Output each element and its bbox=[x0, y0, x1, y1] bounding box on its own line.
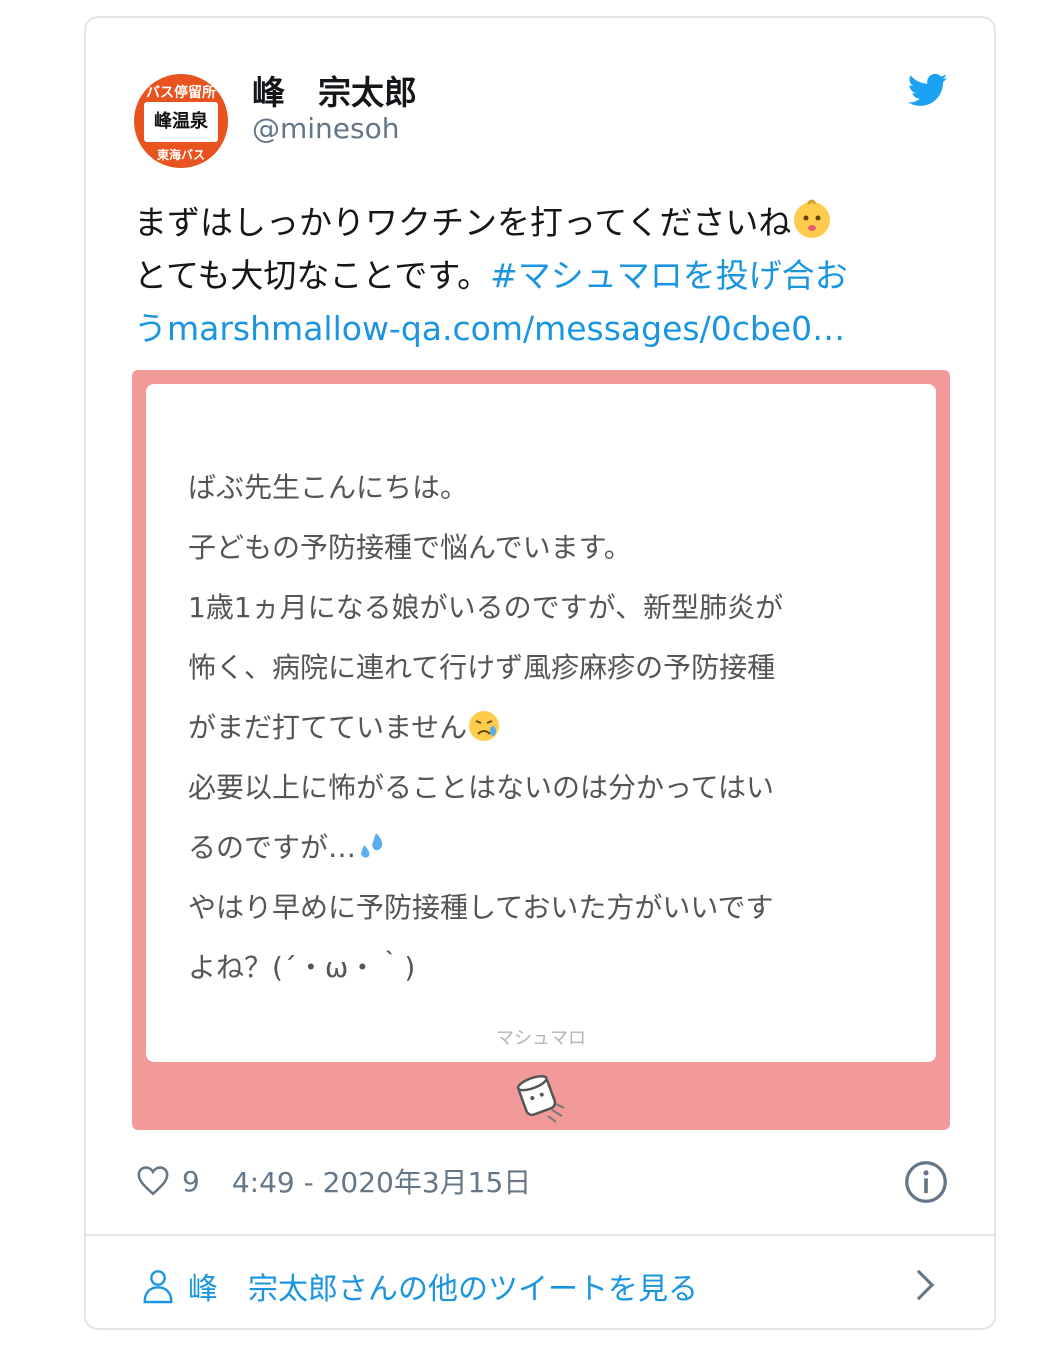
more-tweets-label[interactable]: 峰 宗太郎さんの他のツイートを見る bbox=[188, 1264, 698, 1308]
baby-emoji-icon bbox=[794, 199, 831, 238]
question-line: 子どもの予防接種で悩んでいます。 bbox=[188, 531, 632, 564]
divider bbox=[86, 1234, 994, 1236]
crying-face-emoji-icon bbox=[469, 711, 500, 741]
marshmallow-logo-icon bbox=[516, 1074, 565, 1123]
question-line: 1歳1ヵ月になる娘がいるのですが、新型肺炎が bbox=[188, 591, 784, 624]
tweet-meta: 9 4:49 - 2020年3月15日 bbox=[136, 1156, 531, 1206]
question-line: 怖く、病院に連れて行けず風疹麻疹の予防接種 bbox=[188, 651, 776, 684]
tweet-card: バス停留所 峰温泉 東海バス 峰 宗太郎 @minesoh まずはしっかりワクチ… bbox=[84, 16, 996, 1330]
person-icon bbox=[143, 1270, 173, 1304]
avatar[interactable]: バス停留所 峰温泉 東海バス bbox=[134, 74, 228, 168]
timestamp[interactable]: 4:49 - 2020年3月15日 bbox=[232, 1161, 531, 1201]
sweat-droplets-emoji-icon bbox=[361, 833, 383, 858]
question-card: ばぶ先生こんにちは。 子どもの予防接種で悩んでいます。 1歳1ヵ月になる娘がいる… bbox=[146, 384, 936, 1062]
author-handle[interactable]: @minesoh bbox=[252, 112, 400, 145]
avatar-sign-bottom: 東海バス bbox=[156, 148, 205, 162]
question-line: ばぶ先生こんにちは。 bbox=[188, 471, 469, 504]
author-name[interactable]: 峰 宗太郎 bbox=[252, 66, 417, 114]
question-text: ばぶ先生こんにちは。 子どもの予防接種で悩んでいます。 1歳1ヵ月になる娘がいる… bbox=[188, 458, 783, 998]
chevron-right-icon[interactable] bbox=[914, 1268, 936, 1302]
attached-image[interactable]: ばぶ先生こんにちは。 子どもの予防接種で悩んでいます。 1歳1ヵ月になる娘がいる… bbox=[132, 370, 950, 1130]
avatar-sign-top: バス停留所 bbox=[146, 85, 216, 101]
question-line: よね？(´・ω・｀) bbox=[188, 951, 416, 984]
tweet-text-line1: まずはしっかりワクチンを打ってくださいね bbox=[134, 203, 792, 242]
marshmallow-link[interactable]: marshmallow-qa.com/messages/0cbe0… bbox=[167, 309, 845, 348]
question-line: 必要以上に怖がることはないのは分かってはい bbox=[188, 771, 775, 804]
mashumaro-label: マシュマロ bbox=[496, 1028, 586, 1049]
question-line: がまだ打てていません bbox=[188, 711, 468, 744]
like-count: 9 bbox=[182, 1164, 200, 1198]
hashtag-link-continuation[interactable]: う bbox=[134, 309, 167, 348]
heart-icon[interactable] bbox=[136, 1165, 170, 1197]
hashtag-link[interactable]: #マシュマロを投げ合お bbox=[490, 256, 848, 295]
twitter-bird-icon[interactable] bbox=[906, 70, 950, 110]
more-tweets-link[interactable]: 峰 宗太郎さんの他のツイートを見る bbox=[142, 1264, 698, 1308]
tweet-text: まずはしっかりワクチンを打ってくださいね とても大切なことです。#マシュマロを投… bbox=[134, 196, 954, 355]
question-line-with-emoji: るのですが… bbox=[188, 818, 783, 878]
avatar-sign-middle: 峰温泉 bbox=[144, 102, 218, 142]
info-icon[interactable] bbox=[904, 1160, 948, 1204]
question-line: るのですが… bbox=[188, 831, 357, 864]
question-line-with-emoji: がまだ打てていません bbox=[188, 698, 783, 758]
tweet-text-line2: とても大切なことです。 bbox=[134, 256, 491, 295]
question-line: やはり早めに予防接種しておいた方がいいです bbox=[188, 891, 774, 924]
